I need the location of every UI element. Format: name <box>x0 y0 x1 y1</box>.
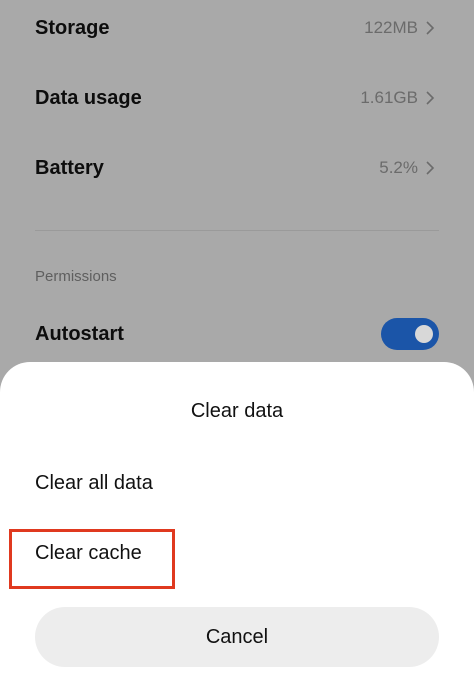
sheet-title: Clear data <box>190 400 284 422</box>
autostart-toggle[interactable] <box>381 318 439 350</box>
section-divider <box>35 230 439 231</box>
storage-value: 122MB <box>364 18 418 37</box>
battery-value: 5.2% <box>379 158 418 177</box>
cancel-button[interactable]: Cancel <box>35 607 439 667</box>
data-usage-row[interactable]: Data usage 1.61GB <box>0 63 474 133</box>
chevron-right-icon <box>426 21 435 35</box>
battery-label: Battery <box>35 156 104 179</box>
app-info-screen: Storage 122MB Data usage 1.61GB Battery … <box>0 0 474 682</box>
data-usage-label: Data usage <box>35 86 142 109</box>
clear-cache-option[interactable]: Clear cache <box>35 542 142 565</box>
chevron-right-icon <box>426 91 435 105</box>
battery-row[interactable]: Battery 5.2% <box>0 133 474 203</box>
toggle-knob <box>415 325 433 343</box>
clear-data-sheet: Clear data Clear all data Clear cache Ca… <box>0 362 474 682</box>
clear-all-data-option[interactable]: Clear all data <box>35 472 153 495</box>
data-usage-value: 1.61GB <box>360 88 418 107</box>
permissions-header: Permissions <box>35 268 117 285</box>
chevron-right-icon <box>426 161 435 175</box>
storage-row[interactable]: Storage 122MB <box>0 0 474 63</box>
storage-label: Storage <box>35 16 110 39</box>
autostart-label: Autostart <box>35 322 124 345</box>
